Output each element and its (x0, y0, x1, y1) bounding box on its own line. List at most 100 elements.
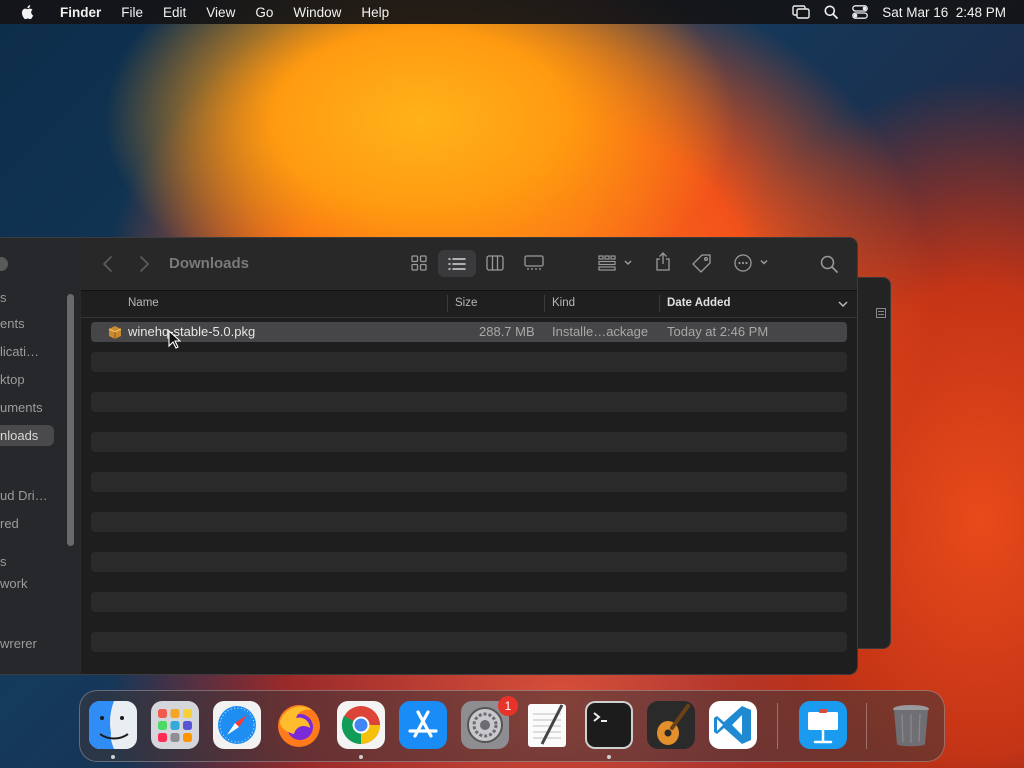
sort-descending-icon[interactable] (838, 301, 848, 308)
running-indicator (607, 755, 611, 759)
dock-garageband[interactable] (646, 700, 696, 750)
dock-keynote[interactable] (798, 700, 848, 750)
share-icon[interactable] (654, 252, 672, 272)
screen-mirroring-icon[interactable] (792, 5, 810, 19)
apple-icon[interactable] (18, 4, 38, 20)
mouse-cursor-icon (168, 330, 181, 349)
file-list: winehq-stable-5.0.pkg 288.7 MB Installe…… (91, 322, 847, 672)
list-view-button[interactable] (438, 250, 476, 277)
column-divider[interactable] (659, 295, 660, 312)
dock-vscode[interactable] (708, 700, 758, 750)
sidebar-item-recents[interactable]: ents (0, 316, 25, 331)
empty-row (91, 472, 847, 492)
background-window[interactable] (856, 277, 891, 649)
dock-textedit[interactable] (522, 700, 572, 750)
spotlight-search-icon[interactable] (824, 5, 839, 19)
menu-go[interactable]: Go (245, 5, 283, 20)
gallery-view-icon[interactable] (524, 255, 544, 271)
dock-separator (777, 703, 778, 749)
list-view-icon (448, 257, 466, 270)
back-icon[interactable] (101, 255, 115, 273)
empty-row (91, 432, 847, 452)
empty-row (91, 512, 847, 532)
sidebar-item-applications[interactable]: licati… (0, 344, 39, 359)
menu-app-finder[interactable]: Finder (50, 5, 111, 20)
empty-row (91, 592, 847, 612)
window-title: Downloads (169, 255, 250, 272)
textedit-app-icon (528, 704, 566, 747)
running-indicator (359, 755, 363, 759)
column-header-size[interactable]: Size (455, 297, 477, 309)
sidebar-item-icloud-drive[interactable]: ud Dri… (0, 488, 48, 503)
column-header-name[interactable]: Name (128, 297, 159, 309)
dock-system-preferences[interactable]: 1 (460, 696, 518, 750)
finder-toolbar: Downloads (81, 238, 857, 291)
menu-view[interactable]: View (196, 5, 245, 20)
menu-edit[interactable]: Edit (153, 5, 196, 20)
dock-finder[interactable] (88, 700, 138, 759)
icon-view-icon[interactable] (411, 255, 427, 271)
file-row[interactable]: winehq-stable-5.0.pkg 288.7 MB Installe…… (91, 322, 847, 342)
package-file-icon (108, 326, 122, 339)
file-kind: Installe…ackage (552, 324, 649, 339)
safari-app-icon (213, 701, 261, 749)
menubar-clock[interactable]: Sat Mar 16 2:48 PM (882, 5, 1006, 20)
sidebar-item-shared[interactable]: red (0, 516, 19, 531)
window-close-button[interactable] (0, 257, 8, 271)
column-header-bar: Name Size Kind Date Added (81, 291, 857, 318)
sidebar-item-tag[interactable]: wrerer (0, 636, 37, 651)
dock-firefox[interactable] (274, 700, 324, 750)
dock-safari[interactable] (212, 700, 262, 750)
file-size: 288.7 MB (479, 324, 535, 339)
file-name[interactable]: winehq-stable-5.0.pkg (128, 324, 255, 339)
sidebar-item-downloads[interactable]: nloads (0, 425, 54, 446)
chrome-app-icon (337, 701, 385, 749)
control-center-icon[interactable] (852, 5, 869, 19)
empty-row (91, 352, 847, 372)
finder-window: Downloads Name Size Kind Date Added wine… (80, 237, 858, 675)
dock: 1 (79, 690, 945, 762)
vscode-app-icon (709, 701, 757, 749)
menu-window[interactable]: Window (283, 5, 351, 20)
more-actions-icon[interactable] (733, 254, 771, 272)
empty-row (91, 392, 847, 412)
sidebar-item-documents[interactable]: uments (0, 400, 43, 415)
empty-row (91, 552, 847, 572)
column-divider[interactable] (544, 295, 545, 312)
list-view-icon (876, 308, 886, 318)
finder-app-icon (89, 701, 137, 749)
sidebar-item-network[interactable]: work (0, 576, 27, 591)
file-date-added: Today at 2:46 PM (667, 324, 769, 339)
menu-help[interactable]: Help (351, 5, 399, 20)
dock-launchpad[interactable] (150, 700, 200, 750)
keynote-app-icon (799, 701, 847, 749)
column-header-kind[interactable]: Kind (552, 297, 575, 309)
dock-trash[interactable] (886, 700, 936, 750)
launchpad-app-icon (151, 701, 199, 749)
forward-icon[interactable] (137, 255, 151, 273)
running-indicator (111, 755, 115, 759)
notification-badge: 1 (498, 696, 518, 716)
finder-sidebar: s ents licati… ktop uments nloads ud Dri… (0, 237, 80, 675)
dock-terminal[interactable] (584, 700, 634, 759)
column-view-icon[interactable] (486, 255, 504, 271)
tag-icon[interactable] (692, 254, 712, 274)
sidebar-section-favorites: s (0, 290, 7, 305)
firefox-app-icon (278, 705, 320, 747)
app-store-app-icon (399, 701, 447, 749)
trash-icon (893, 705, 929, 747)
terminal-app-icon (585, 701, 633, 749)
sidebar-item-desktop[interactable]: ktop (0, 372, 25, 387)
dock-chrome[interactable] (336, 700, 386, 759)
sidebar-scrollbar[interactable] (67, 294, 74, 546)
menu-bar: Finder File Edit View Go Window Help Sat… (0, 0, 1024, 24)
search-icon[interactable] (820, 255, 838, 273)
group-by-icon[interactable] (598, 255, 634, 271)
dock-separator (866, 703, 867, 749)
dock-app-store[interactable] (398, 700, 448, 750)
menu-file[interactable]: File (111, 5, 153, 20)
sidebar-section-locations: s (0, 554, 7, 569)
column-header-date-added[interactable]: Date Added (667, 297, 730, 309)
column-divider[interactable] (447, 295, 448, 312)
garageband-app-icon (647, 701, 695, 749)
